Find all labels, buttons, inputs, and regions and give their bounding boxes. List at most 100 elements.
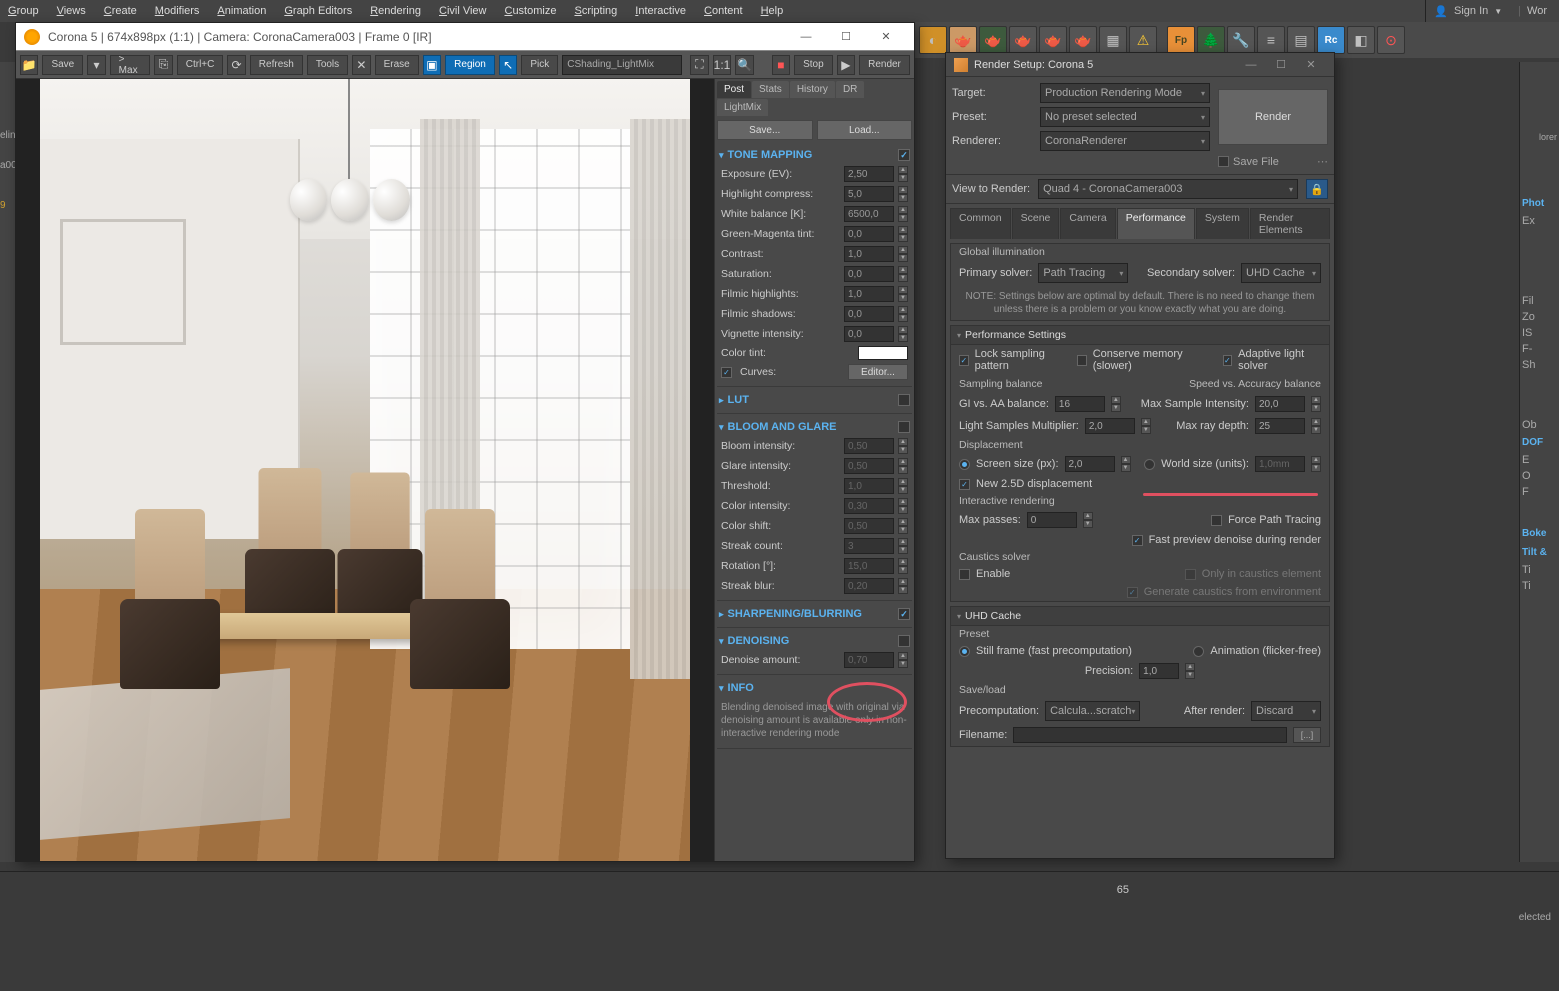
rs-savefile-checkbox[interactable]	[1218, 156, 1229, 167]
teapot-icon-5[interactable]: 🫖	[1069, 26, 1097, 54]
hdr-bloom[interactable]: BLOOM AND GLARE	[717, 418, 912, 436]
teapot-icon-1[interactable]: 🫖	[949, 26, 977, 54]
tab-dr[interactable]: DR	[836, 81, 864, 98]
disp-world-radio[interactable]	[1144, 459, 1155, 470]
rs-titlebar[interactable]: Render Setup: Corona 5 — ☐ ✕	[946, 53, 1334, 77]
vfb-channel-dropdown[interactable]: CShading_LightMix	[562, 55, 682, 75]
vfb-region-button[interactable]: Region	[445, 55, 495, 75]
hdr-sharpening[interactable]: SHARPENING/BLURRING	[717, 605, 912, 623]
bloom-spinner-7[interactable]: 0,20	[844, 578, 894, 594]
menu-views[interactable]: Views	[57, 5, 86, 17]
wrench-icon[interactable]: 🔧	[1227, 26, 1255, 54]
vfb-render-button[interactable]: Render	[859, 55, 910, 75]
denoising-enable-checkbox[interactable]	[898, 635, 910, 647]
uhd-browse-button[interactable]: [...]	[1293, 727, 1321, 743]
vfb-ctrlc-button[interactable]: Ctrl+C	[177, 55, 224, 75]
menu-interactive[interactable]: Interactive	[635, 5, 686, 17]
tab-history[interactable]: History	[790, 81, 835, 98]
vfb-loadconf-button[interactable]: Load...	[817, 120, 913, 140]
rs-view-dropdown[interactable]: Quad 4 - CoronaCamera003	[1038, 179, 1298, 199]
bloom-spinner-6[interactable]: 15,0	[844, 558, 894, 574]
vfb-refresh-icon[interactable]: ⟳	[227, 55, 245, 75]
light-samples-spinner[interactable]: 2,0	[1085, 418, 1135, 434]
menu-modifiers[interactable]: Modifiers	[155, 5, 200, 17]
fast-denoise-checkbox[interactable]	[1132, 535, 1143, 546]
rc-icon[interactable]: Rc	[1317, 26, 1345, 54]
vfb-zoom1-icon[interactable]: 1:1	[713, 55, 732, 75]
bloom-enable-checkbox[interactable]	[898, 421, 910, 433]
rs-renderer-dropdown[interactable]: CoronaRenderer	[1040, 131, 1210, 151]
tab-lightmix[interactable]: LightMix	[717, 99, 768, 116]
tree-icon[interactable]: 🌲	[1197, 26, 1225, 54]
menu-group[interactable]: Group	[8, 5, 39, 17]
curves-checkbox[interactable]	[721, 367, 732, 378]
teapot-icon-3[interactable]: 🫖	[1009, 26, 1037, 54]
vfb-close-button[interactable]: ✕	[866, 23, 906, 51]
bloom-spinner-4[interactable]: 0,50	[844, 518, 894, 534]
fp-icon[interactable]: Fp	[1167, 26, 1195, 54]
layers-icon[interactable]: ▤	[1287, 26, 1315, 54]
rs-view-lock-button[interactable]: 🔒	[1306, 179, 1328, 199]
gi-aa-spinner[interactable]: 16	[1055, 396, 1105, 412]
rs-tab-system[interactable]: System	[1196, 208, 1249, 239]
vfb-minimize-button[interactable]: —	[786, 23, 826, 51]
vfb-tomax-button[interactable]: > Max	[110, 55, 151, 75]
bloom-spinner-5[interactable]: 3	[844, 538, 894, 554]
hdr-tone-mapping[interactable]: TONE MAPPING	[717, 146, 912, 164]
bloom-spinner-2[interactable]: 1,0	[844, 478, 894, 494]
tm-spinner-6[interactable]: 1,0	[844, 286, 894, 302]
lut-enable-checkbox[interactable]	[898, 394, 910, 406]
new-25d-checkbox[interactable]	[959, 479, 970, 490]
tm-spinner-0[interactable]: 2,50	[844, 166, 894, 182]
tm-spinner-3[interactable]: 0,0	[844, 226, 894, 242]
tm-spinner-2[interactable]: 6500,0	[844, 206, 894, 222]
vfb-tools-button[interactable]: Tools	[307, 55, 348, 75]
tm-spinner-8[interactable]: 0,0	[844, 326, 894, 342]
vfb-folder-icon[interactable]: 📁	[20, 55, 38, 75]
workspace-label[interactable]: Wor	[1527, 5, 1547, 17]
uhd-precision-spinner[interactable]: 1,0	[1139, 663, 1179, 679]
sliders-icon[interactable]: ≡	[1257, 26, 1285, 54]
uhd-filename-field[interactable]	[1013, 727, 1287, 743]
disp-screen-radio[interactable]	[959, 459, 970, 470]
vfb-viewport[interactable]	[16, 79, 714, 861]
tm-spinner-5[interactable]: 0,0	[844, 266, 894, 282]
tm-spinner-1[interactable]: 5,0	[844, 186, 894, 202]
perf-header[interactable]: Performance Settings	[951, 326, 1329, 345]
tab-post[interactable]: Post	[717, 81, 751, 98]
caustics-enable-checkbox[interactable]	[959, 569, 970, 580]
warning-icon[interactable]: ⚠	[1129, 26, 1157, 54]
vfb-stop-icon[interactable]: ■	[772, 55, 790, 75]
vfb-refresh-button[interactable]: Refresh	[250, 55, 303, 75]
hdr-denoising[interactable]: DENOISING	[717, 632, 912, 650]
adaptive-light-checkbox[interactable]	[1223, 355, 1233, 366]
rs-minimize-button[interactable]: —	[1236, 53, 1266, 77]
tm-spinner-7[interactable]: 0,0	[844, 306, 894, 322]
vfb-stop-button[interactable]: Stop	[794, 55, 833, 75]
rs-target-dropdown[interactable]: Production Rendering Mode	[1040, 83, 1210, 103]
rs-tab-camera[interactable]: Camera	[1060, 208, 1115, 239]
uhd-anim-radio[interactable]	[1193, 646, 1204, 657]
uhd-still-radio[interactable]	[959, 646, 970, 657]
menu-animation[interactable]: Animation	[217, 5, 266, 17]
menu-create[interactable]: Create	[104, 5, 137, 17]
sharpening-enable-checkbox[interactable]	[898, 608, 910, 620]
lock-sampling-checkbox[interactable]	[959, 355, 969, 366]
disp-screen-spinner[interactable]: 2,0	[1065, 456, 1115, 472]
vfb-save-button[interactable]: Save	[42, 55, 83, 75]
menu-rendering[interactable]: Rendering	[370, 5, 421, 17]
rs-maximize-button[interactable]: ☐	[1266, 53, 1296, 77]
menu-scripting[interactable]: Scripting	[574, 5, 617, 17]
bloom-spinner-0[interactable]: 0,50	[844, 438, 894, 454]
menu-customize[interactable]: Customize	[504, 5, 556, 17]
bloom-spinner-1[interactable]: 0,50	[844, 458, 894, 474]
vfb-maximize-button[interactable]: ☐	[826, 23, 866, 51]
uhd-after-dropdown[interactable]: Discard	[1251, 701, 1321, 721]
grid-icon[interactable]: ▦	[1099, 26, 1127, 54]
fr-tilt[interactable]: Tilt &	[1522, 545, 1557, 560]
max-sample-spinner[interactable]: 20,0	[1255, 396, 1305, 412]
vfb-zoomfit-icon[interactable]: ⛶	[690, 55, 708, 75]
menu-graph-editors[interactable]: Graph Editors	[284, 5, 352, 17]
tab-stats[interactable]: Stats	[752, 81, 789, 98]
vfb-zoomin-icon[interactable]: 🔍	[735, 55, 753, 75]
